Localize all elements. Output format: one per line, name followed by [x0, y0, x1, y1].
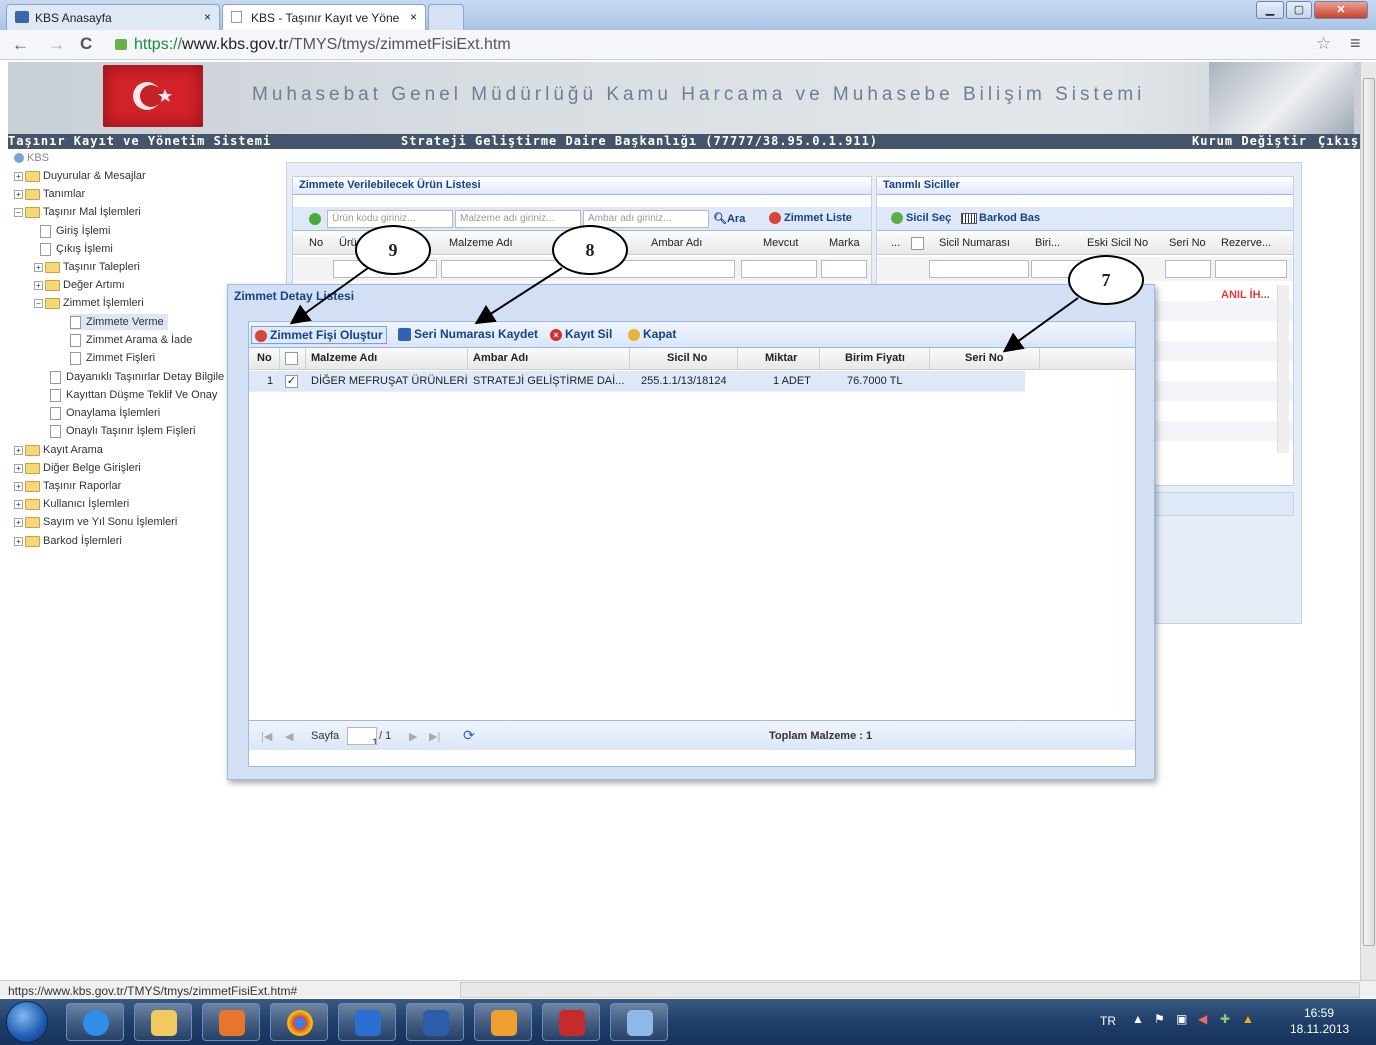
arrow-8: [474, 267, 563, 325]
clock-date[interactable]: 18.11.2013: [1290, 1022, 1349, 1036]
volume-icon[interactable]: ◀: [1198, 1012, 1207, 1026]
windows-taskbar: TR ▲ ⚑ ▣ ◀ ✚ ▲ 16:59 18.11.2013: [0, 999, 1376, 1045]
network-icon[interactable]: ▣: [1176, 1012, 1187, 1026]
callout-8: 8: [552, 225, 628, 275]
pdf-icon: [559, 1010, 585, 1036]
outlook-icon: [491, 1010, 517, 1036]
flag-icon[interactable]: ⚑: [1154, 1012, 1165, 1026]
chrome-icon: [287, 1010, 313, 1036]
update-icon[interactable]: ▲: [1242, 1012, 1254, 1026]
language-indicator[interactable]: TR: [1100, 1014, 1116, 1028]
taskbar-paint[interactable]: [610, 1003, 668, 1041]
taskbar-explorer[interactable]: [134, 1003, 192, 1041]
folder-icon: [151, 1010, 177, 1036]
system-tray: TR ▲ ⚑ ▣ ◀ ✚ ▲ 16:59 18.11.2013: [1076, 999, 1376, 1045]
taskbar-chrome[interactable]: [270, 1003, 328, 1041]
taskbar-word[interactable]: [406, 1003, 464, 1041]
security-icon[interactable]: ✚: [1220, 1012, 1230, 1026]
start-button[interactable]: [6, 1001, 48, 1043]
clock-time[interactable]: 16:59: [1304, 1006, 1334, 1020]
scroll-thumb[interactable]: [1363, 78, 1375, 946]
taskbar-ie[interactable]: [66, 1003, 124, 1041]
paint-icon: [627, 1010, 653, 1036]
ie-icon: [83, 1010, 109, 1036]
remote-desktop-icon: [355, 1010, 381, 1036]
taskbar-acrobat[interactable]: [542, 1003, 600, 1041]
word-icon: [423, 1010, 449, 1036]
page-vertical-scrollbar[interactable]: [1360, 62, 1376, 982]
callout-9: 9: [355, 225, 431, 275]
status-url: https://www.kbs.gov.tr/TMYS/tmys/zimmetF…: [8, 984, 298, 998]
arrow-7: [1002, 297, 1079, 353]
page-horizontal-scrollbar[interactable]: [460, 982, 1360, 998]
show-hidden-icon[interactable]: ▲: [1132, 1012, 1144, 1026]
media-player-icon: [219, 1010, 245, 1036]
callout-7: 7: [1068, 255, 1144, 305]
taskbar-remote[interactable]: [338, 1003, 396, 1041]
taskbar-media[interactable]: [202, 1003, 260, 1041]
annotation-arrows: [289, 267, 1079, 353]
arrow-9: [289, 267, 369, 325]
taskbar-outlook[interactable]: [474, 1003, 532, 1041]
